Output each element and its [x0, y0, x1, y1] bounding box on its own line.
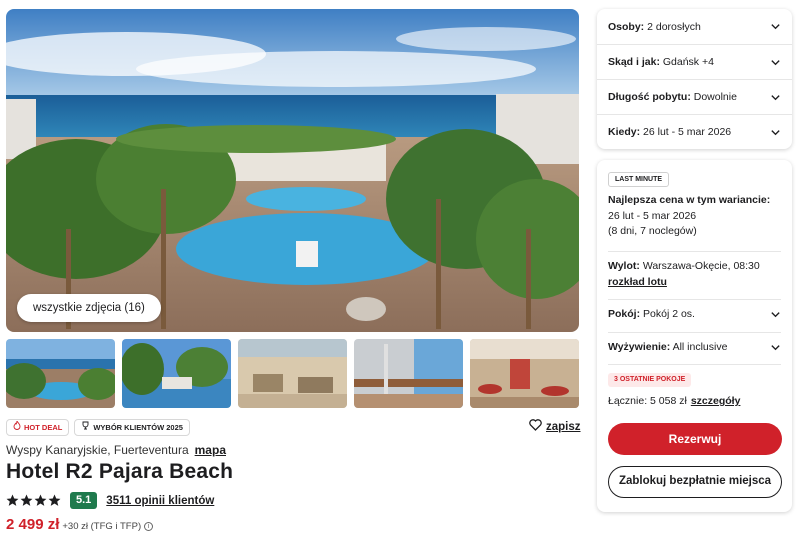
filter-value: Gdańsk +4 [662, 56, 714, 68]
chevron-down-icon [771, 59, 780, 65]
thumbnail-image [470, 339, 579, 408]
board-label: Wyżywienie: [608, 341, 671, 353]
hotel-name: Hotel R2 Pajara Beach [6, 460, 234, 483]
award-label: WYBÓR KLIENTÓW 2025 [93, 423, 183, 432]
thumbnail-image [238, 339, 347, 408]
board-value: All inclusive [672, 341, 728, 353]
thumbnail-image [354, 339, 463, 408]
filter-label: Kiedy: [608, 126, 641, 138]
price-extra-text: +30 zł (TFG i TFP) [62, 521, 142, 532]
location-line: Wyspy Kanaryjskie, Fuerteventura mapa [6, 443, 226, 457]
offer-duration: (8 dni, 7 noclegów) [608, 225, 697, 237]
block-places-button[interactable]: Zablokuj bezpłatnie miejsca [608, 466, 782, 498]
flight-schedule-link[interactable]: rozkład lotu [608, 276, 667, 288]
total-text: Łącznie: 5 058 zł [608, 395, 687, 407]
thumbnail-image [6, 339, 115, 408]
filter-label: Skąd i jak: [608, 56, 660, 68]
heart-icon [529, 419, 542, 434]
save-button[interactable]: zapisz [529, 419, 581, 434]
score-badge: 5.1 [70, 492, 98, 509]
filter-label: Długość pobytu: [608, 91, 691, 103]
last-minute-tag: LAST MINUTE [608, 172, 670, 187]
badges-row: HOT DEAL WYBÓR KLIENTÓW 2025 [6, 419, 190, 436]
hot-deal-label: HOT DEAL [24, 423, 63, 432]
room-value: Pokój 2 os. [643, 308, 695, 320]
room-label: Pokój: [608, 308, 641, 320]
rating-row: 5.1 3511 opinii klientów [6, 492, 214, 509]
best-price-block: Najlepsza cena w tym wariancie: 26 lut -… [608, 193, 786, 240]
board-selector[interactable]: Wyżywienie: All inclusive [608, 341, 781, 353]
chevron-down-icon [771, 94, 780, 100]
price-row: 2 499 zł +30 zł (TFG i TFP) i [6, 516, 154, 533]
divider [608, 299, 781, 300]
price: 2 499 zł [6, 516, 60, 533]
filter-departure[interactable]: Skąd i jak: Gdańsk +4 [597, 44, 792, 79]
flight-label: Wylot: [608, 260, 640, 272]
filter-duration[interactable]: Długość pobytu: Dowolnie [597, 79, 792, 114]
hero-photo[interactable] [6, 9, 579, 332]
thumbnail-5[interactable] [470, 339, 579, 408]
room-selector[interactable]: Pokój: Pokój 2 os. [608, 308, 781, 320]
filter-value: Dowolnie [693, 91, 737, 103]
total-price: Łącznie: 5 058 zł szczegóły [608, 395, 740, 407]
hot-deal-badge: HOT DEAL [6, 419, 70, 436]
location-text: Wyspy Kanaryjskie, Fuerteventura [6, 443, 189, 457]
map-link[interactable]: mapa [195, 443, 226, 457]
last-rooms-badge: 3 OSTATNIE POKOJE [608, 373, 692, 387]
divider [608, 251, 781, 252]
star-icon [48, 494, 61, 506]
thumbnail-image [122, 339, 231, 408]
all-photos-button[interactable]: wszystkie zdjęcia (16) [17, 294, 161, 322]
offer-dates: 26 lut - 5 mar 2026 [608, 209, 697, 222]
chevron-down-icon [771, 344, 780, 350]
thumbnail-2[interactable] [122, 339, 231, 408]
flight-block: Wylot: Warszawa-Okęcie, 08:30 rozkład lo… [608, 258, 760, 290]
star-icon [20, 494, 33, 506]
details-link[interactable]: szczegóły [691, 395, 741, 407]
save-label: zapisz [546, 420, 581, 433]
filter-label: Osoby: [608, 20, 645, 33]
flight-value: Warszawa-Okęcie, 08:30 [642, 260, 760, 272]
price-extra: +30 zł (TFG i TFP) i [62, 521, 154, 532]
filter-value: 2 dorosłych [647, 20, 701, 33]
award-badge: WYBÓR KLIENTÓW 2025 [74, 419, 190, 436]
hero-photo-image [6, 9, 579, 332]
thumbnail-3[interactable] [238, 339, 347, 408]
thumbnail-4[interactable] [354, 339, 463, 408]
chevron-down-icon [771, 129, 780, 135]
best-price-title: Najlepsza cena w tym wariancie: [608, 194, 771, 206]
filter-value: 26 lut - 5 mar 2026 [643, 126, 732, 138]
filter-dates[interactable]: Kiedy: 26 lut - 5 mar 2026 [597, 114, 792, 149]
flame-icon [13, 419, 21, 435]
hotel-stars [6, 494, 61, 507]
filter-persons[interactable]: Osoby: 2 dorosłych [597, 9, 792, 44]
chevron-down-icon [771, 311, 780, 317]
divider [608, 332, 781, 333]
divider [608, 364, 781, 365]
search-filters-panel: Osoby: 2 dorosłych Skąd i jak: Gdańsk +4… [597, 9, 792, 149]
info-icon[interactable]: i [144, 522, 154, 531]
trophy-icon [81, 420, 90, 435]
chevron-down-icon [771, 24, 780, 30]
thumbnail-1[interactable] [6, 339, 115, 408]
star-icon [34, 494, 47, 506]
reviews-link[interactable]: 3511 opinii klientów [106, 495, 214, 507]
thumbnail-strip [6, 339, 579, 408]
star-icon [6, 494, 19, 506]
offer-panel: LAST MINUTE Najlepsza cena w tym warianc… [597, 160, 792, 512]
reserve-button[interactable]: Rezerwuj [608, 423, 782, 455]
